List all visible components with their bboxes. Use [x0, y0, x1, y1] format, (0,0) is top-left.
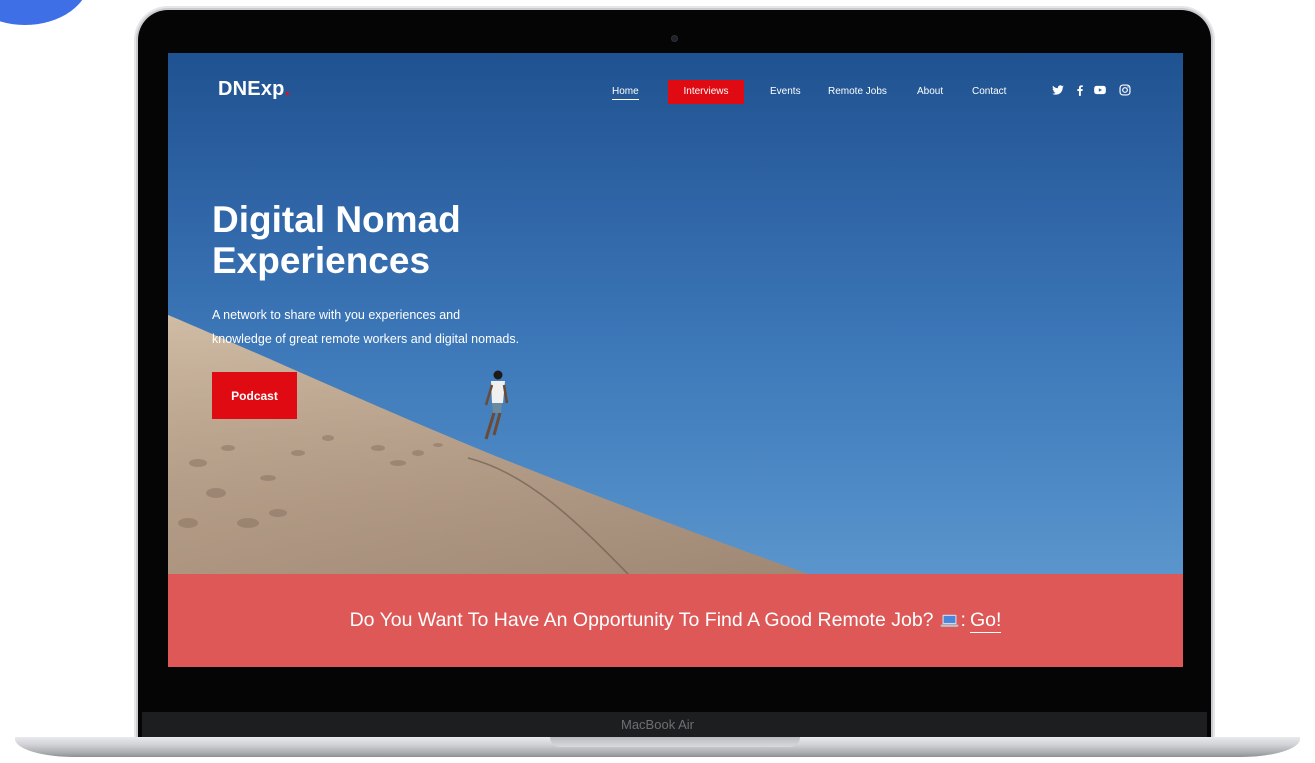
banner-separator: : [960, 609, 966, 631]
remote-job-banner: Do You Want To Have An Opportunity To Fi… [168, 574, 1183, 667]
hero-title-line1: Digital Nomad [212, 199, 461, 240]
logo-text: DNExp [218, 78, 285, 100]
hero-title-line2: Experiences [212, 240, 431, 281]
decorative-blob [0, 0, 90, 25]
nav-item-remote-jobs[interactable]: Remote Jobs [828, 80, 887, 104]
logo-dot: . [284, 78, 291, 100]
banner-text: Do You Want To Have An Opportunity To Fi… [349, 609, 934, 631]
laptop-screen: DNExp. Home Interviews Events Remote Job… [168, 53, 1183, 667]
hero-subtitle-line1: A network to share with you experiences … [212, 308, 461, 322]
nav-item-contact[interactable]: Contact [972, 80, 1006, 104]
hero-subtitle: A network to share with you experiences … [212, 303, 592, 351]
twitter-icon[interactable] [1051, 83, 1065, 97]
facebook-icon[interactable] [1073, 83, 1087, 97]
hero-title: Digital Nomad Experiences [212, 199, 552, 281]
nav-label-home: Home [612, 86, 639, 100]
instagram-icon[interactable] [1118, 83, 1132, 97]
go-link[interactable]: Go! [969, 609, 1002, 633]
stage: DNExp. Home Interviews Events Remote Job… [0, 0, 1315, 763]
youtube-icon[interactable] [1093, 83, 1107, 97]
site-logo[interactable]: DNExp. [218, 78, 290, 101]
hero-subtitle-line2: knowledge of great remote workers and di… [212, 332, 520, 346]
nav-item-about[interactable]: About [917, 80, 943, 104]
nav-item-interviews[interactable]: Interviews [668, 80, 744, 104]
laptop-notch [550, 737, 800, 747]
podcast-button[interactable]: Podcast [212, 372, 297, 419]
hero-section: DNExp. Home Interviews Events Remote Job… [168, 53, 1183, 574]
laptop-icon [940, 614, 958, 627]
nav-item-home[interactable]: Home [612, 80, 639, 104]
person-figure [484, 370, 509, 440]
nav-item-events[interactable]: Events [770, 80, 801, 104]
device-label: MacBook Air [621, 717, 694, 732]
camera-icon [671, 35, 678, 42]
